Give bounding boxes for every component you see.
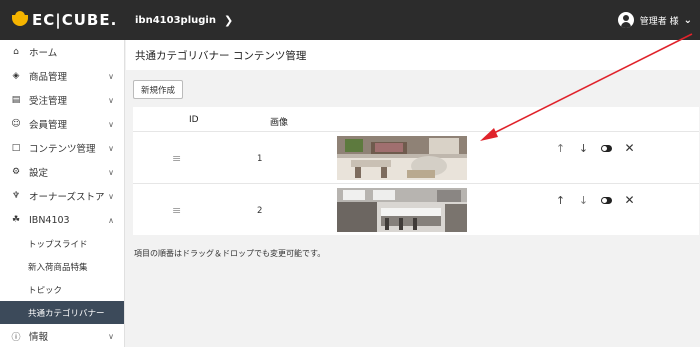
user-menu[interactable]: 管理者 様 ⌄	[617, 0, 692, 40]
sidebar-subitem-topics[interactable]: トピック	[0, 278, 124, 301]
breadcrumb-shop-name[interactable]: ibn4103plugin	[135, 15, 216, 26]
puzzle-icon: ☘	[11, 215, 21, 225]
page-title-bar: 共通カテゴリバナー コンテンツ管理	[126, 40, 700, 70]
chevron-down-icon: ∨	[108, 95, 114, 105]
chevron-up-icon: ∧	[108, 215, 114, 225]
arrow-down-icon[interactable]: ↓	[572, 142, 595, 155]
drag-handle-icon[interactable]: ≡	[172, 204, 181, 217]
cart-icon: ▤	[11, 95, 21, 105]
sidebar-item-info[interactable]: ⓘ 情報 ∨	[0, 324, 124, 347]
plug-icon: ♆	[11, 191, 21, 201]
sidebar-item-members[interactable]: ☺ 会員管理 ∨	[0, 112, 124, 136]
sidebar: ⌂ ホーム ◈ 商品管理 ∨ ▤ 受注管理 ∨ ☺ 会員管理 ∨ □ コンテンツ…	[0, 40, 125, 347]
sidebar-item-label: IBN4103	[29, 214, 70, 226]
ec-cube-logo-icon	[12, 10, 28, 26]
sidebar-item-label: 設定	[29, 168, 49, 179]
sidebar-subitem-new-arrivals[interactable]: 新入荷商品特集	[0, 255, 124, 278]
logo-text: EC|CUBE.	[32, 11, 118, 29]
user-name[interactable]: 管理者 様	[640, 14, 679, 27]
logo[interactable]: EC|CUBE.	[0, 0, 125, 40]
sidebar-item-label: 会員管理	[29, 120, 68, 131]
chevron-down-icon: ∨	[108, 331, 114, 341]
page-title: 共通カテゴリバナー コンテンツ管理	[135, 49, 307, 62]
sidebar-item-orders[interactable]: ▤ 受注管理 ∨	[0, 88, 124, 112]
info-icon: ⓘ	[11, 332, 21, 343]
chevron-right-icon: ❯	[223, 13, 234, 27]
reorder-hint: 項目の順番はドラッグ＆ドロップでも変更可能です。	[134, 249, 326, 258]
chevron-down-icon: ∨	[108, 191, 114, 201]
column-header-image: 画像	[270, 118, 289, 128]
chevron-down-icon: ∨	[108, 167, 114, 177]
main-content: 共通カテゴリバナー コンテンツ管理 新規作成 ID 画像 ≡ 1 ↑ ↓ ✕ ≡…	[126, 40, 700, 347]
cube-icon: ◈	[12, 71, 20, 81]
gear-icon: ⚙	[11, 167, 21, 177]
drag-handle-icon[interactable]: ≡	[172, 152, 181, 165]
sidebar-item-home[interactable]: ⌂ ホーム	[0, 40, 124, 64]
sidebar-subitem-top-slide[interactable]: トップスライド	[0, 232, 124, 255]
column-header-id: ID	[189, 115, 199, 125]
sidebar-item-label: 商品管理	[29, 72, 68, 83]
user-icon	[617, 12, 634, 28]
banner-thumbnail	[337, 136, 467, 180]
sidebar-item-ibn4103[interactable]: ☘ IBN4103 ∧	[0, 208, 124, 232]
arrow-up-icon[interactable]: ↑	[549, 194, 572, 207]
breadcrumb[interactable]: ibn4103plugin ❯	[135, 14, 233, 27]
row-id: 2	[257, 206, 263, 216]
sidebar-item-label: 受注管理	[29, 96, 68, 107]
row-id: 1	[257, 154, 263, 164]
chevron-down-icon: ∨	[108, 119, 114, 129]
close-icon[interactable]: ✕	[618, 141, 641, 155]
home-icon: ⌂	[13, 47, 19, 57]
arrow-down-icon[interactable]: ↓	[572, 194, 595, 207]
toggle-visibility-button[interactable]	[595, 194, 618, 207]
toggle-icon	[601, 144, 612, 152]
arrow-up-icon[interactable]: ↑	[549, 142, 572, 155]
row-actions: ↑ ↓ ✕	[549, 193, 641, 207]
toggle-icon	[601, 196, 612, 204]
table-row[interactable]: ≡ 2 ↑ ↓ ✕	[133, 183, 699, 235]
sidebar-item-label: 情報	[29, 332, 49, 343]
chevron-down-icon[interactable]: ⌄	[684, 15, 692, 26]
new-button[interactable]: 新規作成	[133, 80, 184, 99]
sidebar-item-products[interactable]: ◈ 商品管理 ∨	[0, 64, 124, 88]
sidebar-item-owners-store[interactable]: ♆ オーナーズストア ∨	[0, 184, 124, 208]
top-header: EC|CUBE. ibn4103plugin ❯ 管理者 様 ⌄	[0, 0, 700, 40]
users-icon: ☺	[11, 119, 21, 129]
banner-table: ID 画像 ≡ 1 ↑ ↓ ✕ ≡ 2 ↑ ↓ ✕	[133, 107, 699, 235]
chevron-down-icon: ∨	[108, 143, 114, 153]
chevron-down-icon: ∨	[108, 71, 114, 81]
sidebar-subitem-common-category-banner[interactable]: 共通カテゴリバナー	[0, 301, 124, 324]
close-icon[interactable]: ✕	[618, 193, 641, 207]
sidebar-item-settings[interactable]: ⚙ 設定 ∨	[0, 160, 124, 184]
banner-thumbnail	[337, 188, 467, 232]
sidebar-item-label: オーナーズストア	[29, 192, 105, 203]
table-row[interactable]: ≡ 1 ↑ ↓ ✕	[133, 131, 699, 183]
sidebar-item-label: ホーム	[29, 48, 58, 59]
sidebar-item-label: コンテンツ管理	[29, 144, 96, 155]
row-actions: ↑ ↓ ✕	[549, 141, 641, 155]
document-icon: □	[11, 143, 21, 153]
sidebar-item-content[interactable]: □ コンテンツ管理 ∨	[0, 136, 124, 160]
toggle-visibility-button[interactable]	[595, 142, 618, 155]
